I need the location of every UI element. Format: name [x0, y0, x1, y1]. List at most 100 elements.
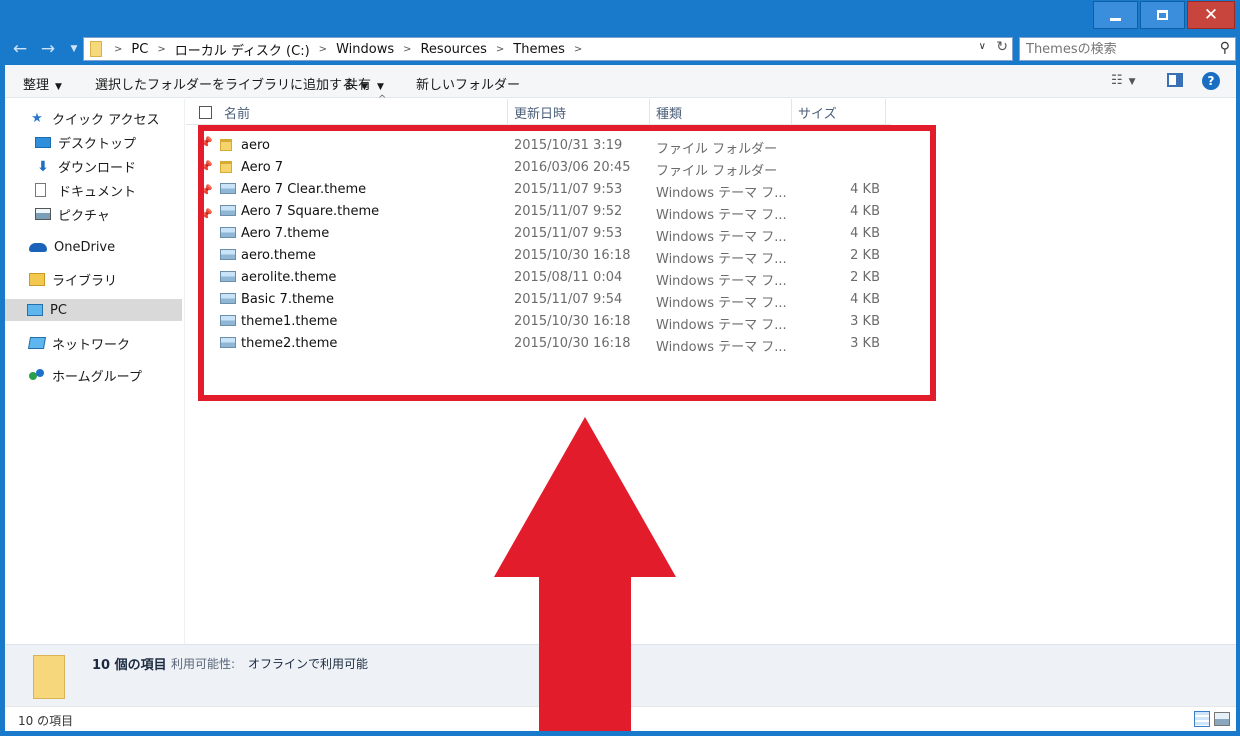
file-size: 2 KB [850, 270, 880, 285]
file-date: 2015/10/31 3:19 [514, 138, 623, 153]
close-button[interactable]: ✕ [1187, 1, 1235, 29]
file-row[interactable]: aero 2015/10/31 3:19 ファイル フォルダー [218, 135, 898, 157]
view-list-icon: ☷ [1111, 73, 1123, 88]
file-type: Windows テーマ フ... [656, 230, 787, 245]
nav-network[interactable]: ネットワーク [27, 332, 131, 354]
cloud-icon [29, 242, 47, 252]
column-name[interactable]: 名前 ^ [218, 94, 508, 125]
file-row[interactable]: aerolite.theme 2015/08/11 0:04 Windows テーマ… [218, 267, 898, 289]
file-name: aerolite.theme [241, 270, 337, 285]
nav-downloads[interactable]: ⬇ ダウンロード 📌 [35, 155, 213, 177]
large-icons-view-icon[interactable] [1214, 712, 1230, 726]
column-date[interactable]: 更新日時 [508, 99, 650, 125]
preview-pane-icon[interactable] [1167, 73, 1183, 87]
search-icon[interactable]: ⚲ [1220, 40, 1230, 56]
nav-documents[interactable]: ドキュメント 📌 [35, 179, 213, 201]
search-box[interactable]: ⚲ [1019, 37, 1236, 61]
nav-libraries[interactable]: ライブラリ [29, 268, 117, 290]
caret-down-icon: ▼ [55, 82, 62, 92]
nav-quick-access[interactable]: ★ クイック アクセス [29, 107, 159, 129]
nav-pc[interactable]: PC [5, 299, 182, 321]
breadcrumb-separator-icon[interactable]: > [570, 44, 586, 55]
breadcrumb-separator-icon[interactable]: > [399, 44, 415, 55]
file-name: theme2.theme [241, 336, 338, 351]
breadcrumb-themes[interactable]: Themes [508, 42, 570, 57]
address-bar[interactable]: > PC > ローカル ディスク (C:) > Windows > Resour… [83, 37, 1013, 61]
breadcrumb-separator-icon[interactable]: > [492, 44, 508, 55]
title-bar[interactable]: ✕ [0, 0, 1240, 34]
nav-label: デスクトップ [58, 136, 137, 152]
nav-pictures[interactable]: ピクチャ 📌 [35, 203, 213, 225]
availability-value: オフラインで利用可能 [248, 657, 369, 671]
file-row[interactable]: Aero 7.theme 2015/11/07 9:53 Windows テーマ フ… [218, 223, 898, 245]
select-all-checkbox[interactable] [199, 106, 212, 119]
minimize-button[interactable] [1093, 1, 1138, 29]
file-name: Aero 7 Square.theme [241, 204, 380, 219]
nav-homegroup[interactable]: ホームグループ [29, 364, 142, 386]
file-row[interactable]: aero.theme 2015/10/30 16:18 Windows テーマ フ.… [218, 245, 898, 267]
organize-button[interactable]: 整理 ▼ [23, 74, 62, 93]
column-size[interactable]: サイズ [792, 99, 886, 125]
nav-label: PC [50, 302, 67, 318]
search-input[interactable] [1026, 41, 1206, 57]
add-to-library-label: 選択したフォルダーをライブラリに追加する [95, 78, 356, 93]
file-row[interactable]: Aero 7 Square.theme 2015/11/07 9:52 Window… [218, 201, 898, 223]
forward-arrow-icon[interactable]: → [37, 38, 59, 60]
back-arrow-icon[interactable]: ← [9, 38, 31, 60]
file-type: Windows テーマ フ... [656, 208, 787, 223]
file-row[interactable]: theme1.theme 2015/10/30 16:18 Windows テーマ … [218, 311, 898, 333]
file-size: 3 KB [850, 336, 880, 351]
picture-icon [35, 208, 51, 220]
file-row[interactable]: Basic 7.theme 2015/11/07 9:54 Windows テーマ … [218, 289, 898, 311]
explorer-window: ✕ ← → ▼ > PC > ローカル ディスク (C:) > Windows … [0, 0, 1240, 736]
minimize-icon [1110, 17, 1121, 21]
breadcrumb-pc[interactable]: PC [126, 42, 153, 57]
nav-desktop[interactable]: デスクトップ 📌 [35, 131, 213, 153]
nav-label: ピクチャ [58, 208, 110, 224]
folder-icon [220, 139, 232, 151]
breadcrumb-windows[interactable]: Windows [331, 42, 399, 57]
breadcrumb-separator-icon[interactable]: > [110, 44, 126, 55]
new-folder-button[interactable]: 新しいフォルダー [416, 74, 520, 93]
help-icon[interactable]: ? [1202, 72, 1220, 90]
folder-icon [90, 41, 102, 57]
file-type: Windows テーマ フ... [656, 274, 787, 289]
column-type[interactable]: 種類 [650, 99, 792, 125]
file-row[interactable]: theme2.theme 2015/10/30 16:18 Windows テーマ … [218, 333, 898, 355]
file-type: Windows テーマ フ... [656, 252, 787, 267]
share-label: 共有 [345, 78, 372, 93]
caret-down-icon: ▼ [377, 82, 384, 92]
nav-onedrive[interactable]: OneDrive [29, 236, 115, 258]
navigation-pane: ★ クイック アクセス デスクトップ 📌 ⬇ ダウンロード 📌 ドキュメント 📌 ピクチャ… [5, 99, 213, 644]
change-view-button[interactable]: ☷ ▼ [1111, 73, 1136, 88]
column-header: 名前 ^ 更新日時 種類 サイズ [186, 94, 891, 125]
file-date: 2015/11/07 9:54 [514, 292, 623, 307]
file-size: 4 KB [850, 292, 880, 307]
document-icon [35, 183, 46, 197]
recent-locations-chevron-icon[interactable]: ▼ [67, 38, 81, 60]
breadcrumb-separator-icon[interactable]: > [315, 44, 331, 55]
theme-file-icon [220, 293, 236, 304]
nav-label: ダウンロード [58, 160, 137, 176]
file-type: Windows テーマ フ... [656, 340, 787, 355]
share-button[interactable]: 共有 ▼ [345, 74, 384, 93]
file-row[interactable]: Aero 7 2016/03/06 20:45 ファイル フォルダー [218, 157, 898, 179]
refresh-icon[interactable]: ↻ [996, 39, 1008, 55]
file-date: 2015/11/07 9:53 [514, 226, 623, 241]
file-row[interactable]: Aero 7 Clear.theme 2015/11/07 9:53 Windows… [218, 179, 898, 201]
maximize-button[interactable] [1140, 1, 1185, 29]
nav-label: ネットワーク [52, 337, 131, 353]
computer-icon [27, 304, 43, 316]
breadcrumb-resources[interactable]: Resources [415, 42, 491, 57]
add-to-library-button[interactable]: 選択したフォルダーをライブラリに追加する ▼ [95, 74, 368, 93]
breadcrumb-separator-icon[interactable]: > [153, 44, 169, 55]
file-name: theme1.theme [241, 314, 338, 329]
file-date: 2015/08/11 0:04 [514, 270, 623, 285]
address-dropdown-chevron-icon[interactable]: ∨ [979, 41, 986, 52]
breadcrumb-local-disk[interactable]: ローカル ディスク (C:) [170, 40, 315, 59]
file-name: aero [241, 138, 270, 153]
file-type: ファイル フォルダー [656, 142, 778, 157]
command-bar: 整理 ▼ 選択したフォルダーをライブラリに追加する ▼ 共有 ▼ 新しいフォルダー ☷… [5, 65, 1236, 98]
file-size: 3 KB [850, 314, 880, 329]
details-view-icon[interactable] [1194, 711, 1210, 727]
